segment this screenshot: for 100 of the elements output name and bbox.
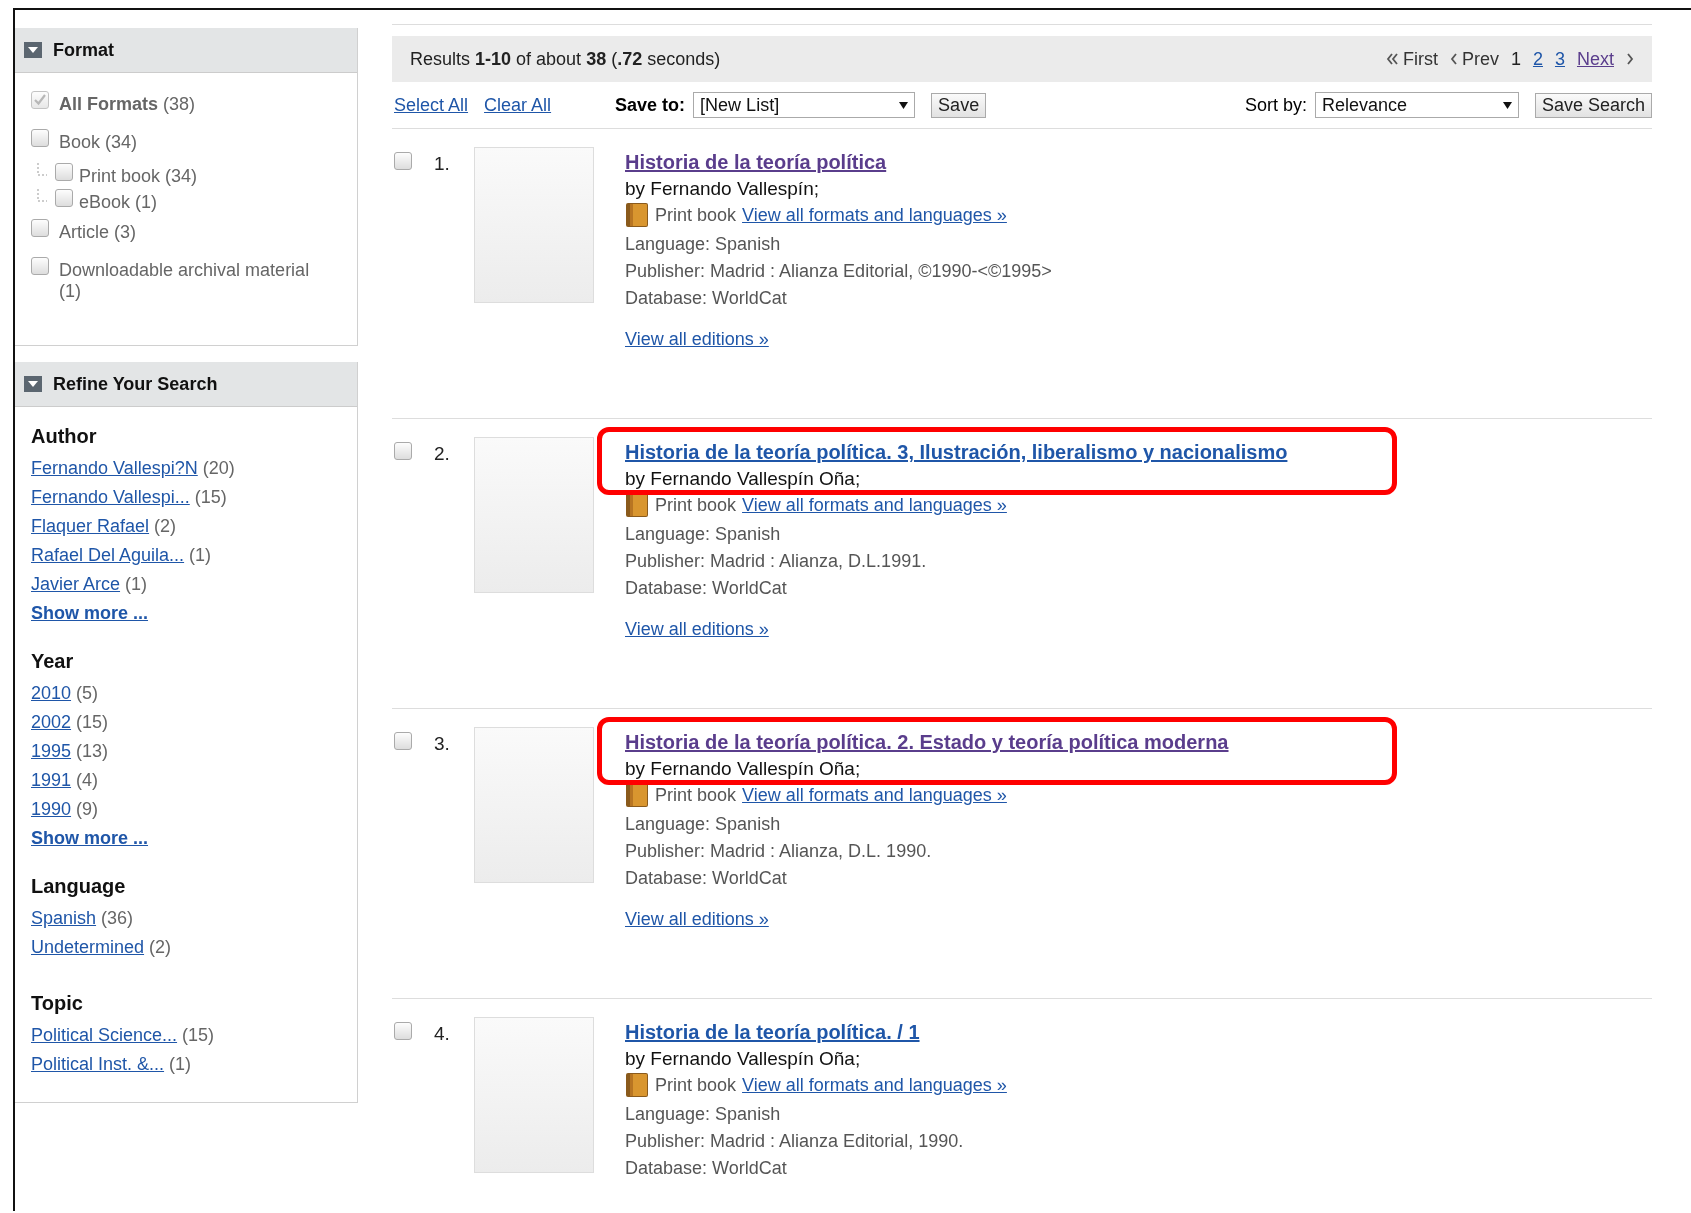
format-option[interactable]: Print book (34) (79, 163, 198, 187)
sort-by-label: Sort by: (1244, 94, 1307, 116)
author-text: by Fernando Vallespín Oña; (625, 1048, 862, 1070)
facet-link[interactable]: Javier Arce (31, 574, 121, 594)
result-number: 3. (434, 732, 451, 755)
editions-link[interactable]: View all editions » (625, 329, 769, 350)
checkbox[interactable] (55, 163, 73, 181)
checkbox[interactable] (394, 732, 412, 750)
save-search-button[interactable]: Save Search (1534, 92, 1652, 118)
facet-count: (15) (75, 712, 109, 732)
checkbox[interactable] (394, 1022, 412, 1040)
author-text: by Fernando Vallespín Oña; (625, 758, 862, 780)
save-to-dropdown[interactable]: [New List] (693, 92, 916, 118)
page-link[interactable]: 2 (1532, 48, 1543, 70)
result-title-link[interactable]: Historia de la teoría política. 3, Ilustración, liberalismo y nacionalismo (625, 439, 1288, 464)
facet-heading: Topic (31, 992, 84, 1015)
format-label: Print book (655, 1074, 737, 1096)
collapse-icon[interactable] (24, 42, 42, 58)
database-text: Database: WorldCat (625, 868, 788, 889)
format-label: Print book (655, 204, 737, 226)
formats-link[interactable]: View all formats and languages » (742, 494, 1007, 516)
facet-count: (13) (75, 741, 109, 761)
facet-heading: Author (31, 425, 98, 448)
facet-count: (20) (201, 458, 235, 478)
facet-link[interactable]: 2010 (31, 683, 72, 703)
facet-link[interactable]: Flaquer Rafael (31, 516, 150, 536)
author-text: by Fernando Vallespín Oña; (625, 468, 862, 490)
formats-link[interactable]: View all formats and languages » (742, 784, 1007, 806)
checkbox[interactable] (55, 189, 73, 207)
show-more-link[interactable]: Show more ... (31, 828, 149, 849)
facet-link[interactable]: 2002 (31, 712, 72, 732)
facet-heading: Language (31, 875, 127, 898)
publisher-text: Publisher: Madrid : Alianza, D.L.1991. (625, 551, 928, 572)
format-option[interactable]: eBook (1) (79, 189, 158, 213)
panel-title: Refine Your Search (53, 373, 218, 395)
formats-link[interactable]: View all formats and languages » (742, 1074, 1007, 1096)
result-title-link[interactable]: Historia de la teoría política (625, 149, 887, 174)
book-icon (625, 782, 649, 808)
facet-link[interactable]: Rafael Del Aguila... (31, 545, 185, 565)
save-to-label: Save to: (615, 94, 686, 116)
facet-link[interactable]: Political Inst. &... (31, 1054, 165, 1074)
format-label: Print book (655, 494, 737, 516)
formats-link[interactable]: View all formats and languages » (742, 204, 1007, 226)
dropdown-arrow-icon (899, 101, 909, 109)
result-title-link[interactable]: Historia de la teoría política. / 1 (625, 1019, 920, 1044)
format-label: Print book (655, 784, 737, 806)
facet-link[interactable]: Spanish (31, 908, 97, 928)
result-title-link[interactable]: Historia de la teoría política. 2. Estado y teoría política moderna (625, 729, 1229, 754)
checkbox[interactable] (394, 442, 412, 460)
facet-heading: Year (31, 650, 75, 673)
facet-count: (1) (188, 545, 212, 565)
first-page-link[interactable]: First (1385, 48, 1438, 70)
database-text: Database: WorldCat (625, 288, 788, 309)
double-chevron-left-icon (1385, 53, 1399, 65)
panel-header[interactable]: Format (15, 28, 357, 73)
facet-link[interactable]: Political Science... (31, 1025, 178, 1045)
result-number: 2. (434, 442, 451, 465)
checkbox[interactable] (31, 129, 49, 147)
facet-link[interactable]: Undetermined (31, 937, 145, 957)
show-more-link[interactable]: Show more ... (31, 603, 149, 624)
facet-count: (36) (100, 908, 134, 928)
facet-link[interactable]: 1995 (31, 741, 72, 761)
format-option[interactable]: Article (3) (59, 219, 136, 243)
editions-link[interactable]: View all editions » (625, 909, 769, 930)
format-option[interactable]: Book (34) (59, 129, 138, 153)
checkbox[interactable] (31, 219, 49, 237)
publisher-text: Publisher: Madrid : Alianza Editorial, 1990. (625, 1131, 965, 1152)
page-link[interactable]: 1 (1510, 48, 1521, 70)
collapse-icon[interactable] (24, 376, 42, 392)
facet-count: (2) (153, 516, 177, 536)
book-icon (625, 492, 649, 518)
previous-page-link[interactable]: Prev (1449, 48, 1499, 70)
next-page-link[interactable]: Next (1577, 48, 1614, 70)
author-text: by Fernando Vallespín; (625, 178, 820, 200)
page-link[interactable]: 3 (1554, 48, 1565, 70)
checkbox[interactable] (31, 257, 49, 275)
select-all-link[interactable]: Select All (394, 94, 469, 116)
publisher-text: Publisher: Madrid : Alianza, D.L. 1990. (625, 841, 933, 862)
facet-link[interactable]: Fernando Vallespi?N (31, 458, 198, 478)
chevron-right-icon (1626, 53, 1634, 65)
language-text: Language: Spanish (625, 814, 782, 835)
panel-header[interactable]: Refine Your Search (15, 362, 357, 407)
chevron-left-icon (1449, 53, 1458, 65)
facet-link[interactable]: Fernando Vallespi... (31, 487, 190, 507)
language-text: Language: Spanish (625, 1104, 782, 1125)
facet-link[interactable]: 1990 (31, 799, 72, 819)
checkbox[interactable] (394, 152, 412, 170)
dropdown-arrow-icon (1502, 101, 1512, 109)
editions-link[interactable]: View all editions » (625, 619, 769, 640)
facet-count: (15) (181, 1025, 215, 1045)
format-option[interactable]: Downloadable archival material (1) (59, 257, 333, 302)
database-text: Database: WorldCat (625, 578, 788, 599)
facet-count: (1) (168, 1054, 192, 1074)
facet-link[interactable]: 1991 (31, 770, 72, 790)
sort-dropdown[interactable]: Relevance (1314, 92, 1519, 118)
book-icon (625, 202, 649, 228)
book-icon (625, 1072, 649, 1098)
clear-all-link[interactable]: Clear All (484, 94, 552, 116)
save-button[interactable]: Save (931, 92, 987, 118)
language-text: Language: Spanish (625, 234, 782, 255)
